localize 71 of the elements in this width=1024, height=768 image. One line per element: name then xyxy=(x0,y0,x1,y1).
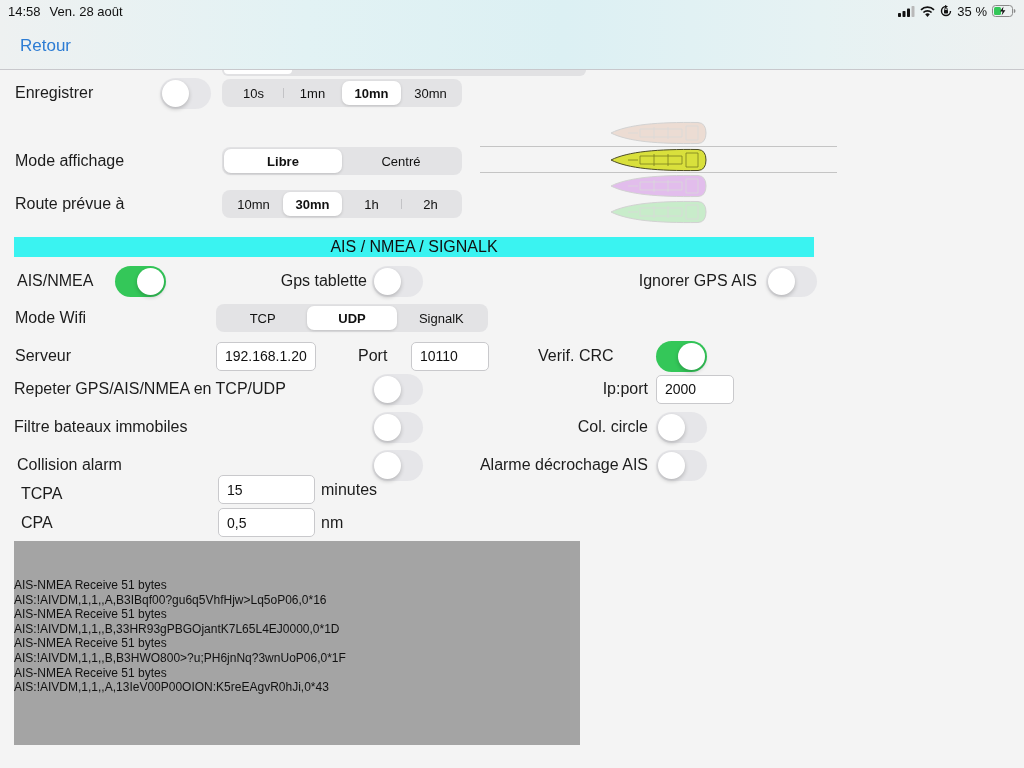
setting-label: Ip:port xyxy=(602,380,648,398)
signal-icon xyxy=(898,5,916,17)
log-line: AIS-NMEA Receive 51 bytes xyxy=(14,636,167,651)
segmented-control[interactable]: Libre Centré xyxy=(222,147,462,175)
segment-option[interactable]: 2h xyxy=(401,192,460,216)
boat-icon[interactable] xyxy=(610,147,707,172)
log-line: AIS:!AIVDM,1,1,,A,B3IBqf00?gu6q5VhfHjw>Lq5oP06,0*16 xyxy=(14,592,327,608)
wifi-icon xyxy=(920,5,936,17)
setting-label: Serveur xyxy=(15,347,72,365)
setting-label: Repeter GPS/AIS/NMEA en TCP/UDP xyxy=(14,380,286,398)
cpa-field[interactable]: 0,5 xyxy=(218,508,315,537)
segment-option[interactable]: UDP xyxy=(307,306,397,330)
setting-label: Ignorer GPS AIS xyxy=(638,272,757,290)
port-field[interactable]: 10110 xyxy=(411,341,489,371)
log-line: AIS:!AIVDM,1,1,,B,B3HWO800>?u;PH6jnNq?3wnUoP06,0*1F xyxy=(14,650,346,666)
segment-option[interactable]: 30mn xyxy=(401,81,460,105)
segment-option[interactable]: SignalK xyxy=(396,306,486,330)
setting-label: Mode Wifi xyxy=(15,309,87,327)
toggle-switch[interactable] xyxy=(766,265,817,297)
setting-label: CPA xyxy=(21,513,53,532)
toggle-switch[interactable] xyxy=(372,449,423,481)
ip-port-field[interactable]: 2000 xyxy=(656,374,734,404)
setting-label: Enregistrer xyxy=(15,84,94,102)
log-line: AIS:!AIVDM,1,1,,A,13IeV00P00OION:K5reEAgvR0hJi,0*43 xyxy=(14,680,329,695)
status-date: Ven. 28 août xyxy=(49,3,123,19)
setting-label: Port xyxy=(358,347,388,365)
battery-percent: 35 % xyxy=(957,3,987,19)
segment-option[interactable]: 30mn xyxy=(283,192,342,216)
segment-option[interactable]: 1h xyxy=(342,192,401,216)
setting-label: Collision alarm xyxy=(17,456,122,474)
toggle-switch[interactable] xyxy=(160,77,211,109)
setting-label: Filtre bateaux immobiles xyxy=(14,418,188,436)
toggle-switch[interactable] xyxy=(115,265,166,297)
orientation-lock-icon xyxy=(940,5,953,17)
log-line: AIS-NMEA Receive 51 bytes xyxy=(14,665,167,681)
segmented-control[interactable] xyxy=(222,70,586,76)
segment-option[interactable]: 10mn xyxy=(342,81,401,105)
setting-label: Verif. CRC xyxy=(538,347,614,365)
unit-label: minutes xyxy=(321,480,378,499)
log-line: AIS:!AIVDM,1,1,,B,33HR93gPBGOjantK7L65L4EJ0000,0*1D xyxy=(14,621,340,637)
segmented-control[interactable]: 10s 1mn 10mn 30mn xyxy=(222,79,462,107)
toggle-switch[interactable] xyxy=(656,449,707,481)
segment-option[interactable]: 1mn xyxy=(283,81,342,105)
tcpa-field[interactable]: 15 xyxy=(218,475,315,504)
toggle-switch[interactable] xyxy=(372,373,423,405)
status-time: 14:58 xyxy=(8,3,41,19)
server-field[interactable]: 192.168.1.20 xyxy=(216,341,316,371)
segmented-control[interactable]: TCP UDP SignalK xyxy=(216,304,488,332)
log-line: AIS-NMEA Receive 51 bytes xyxy=(14,607,167,622)
setting-label: Mode affichage xyxy=(15,152,125,170)
setting-label: AIS/NMEA xyxy=(17,272,94,290)
toggle-switch[interactable] xyxy=(656,340,707,372)
toggle-switch[interactable] xyxy=(656,411,707,443)
toggle-switch[interactable] xyxy=(372,265,423,297)
setting-label: Route prévue à xyxy=(15,195,125,213)
segment-option[interactable]: TCP xyxy=(218,306,308,330)
section-header: AIS / NMEA / SIGNALK xyxy=(14,237,814,257)
segment-option[interactable]: 10mn xyxy=(224,192,283,216)
setting-label: Alarme décrochage AIS xyxy=(479,456,648,474)
setting-label: TCPA xyxy=(21,484,63,503)
segment-option[interactable]: Libre xyxy=(224,149,342,173)
setting-label: Col. circle xyxy=(577,418,648,436)
setting-label: Gps tablette xyxy=(280,272,367,290)
segment-option[interactable]: Centré xyxy=(342,149,460,173)
segmented-control[interactable]: 10mn 30mn 1h 2h xyxy=(222,190,462,218)
unit-label: nm xyxy=(321,513,344,532)
toggle-switch[interactable] xyxy=(372,411,423,443)
log-line: AIS-NMEA Receive 51 bytes xyxy=(14,578,167,593)
battery-charging-icon xyxy=(992,5,1016,17)
back-button[interactable]: Retour xyxy=(20,35,72,56)
segment-option[interactable]: 10s xyxy=(224,81,283,105)
